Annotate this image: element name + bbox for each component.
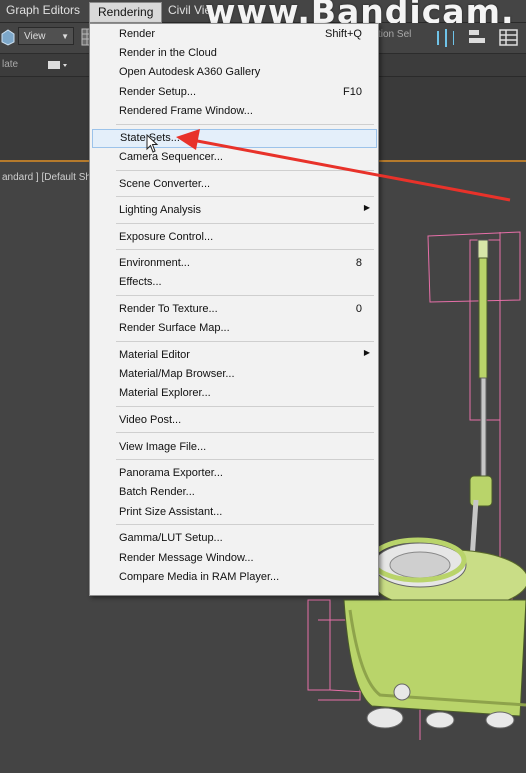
- annotation-arrow: [176, 129, 511, 202]
- mouse-cursor-icon: [146, 134, 159, 153]
